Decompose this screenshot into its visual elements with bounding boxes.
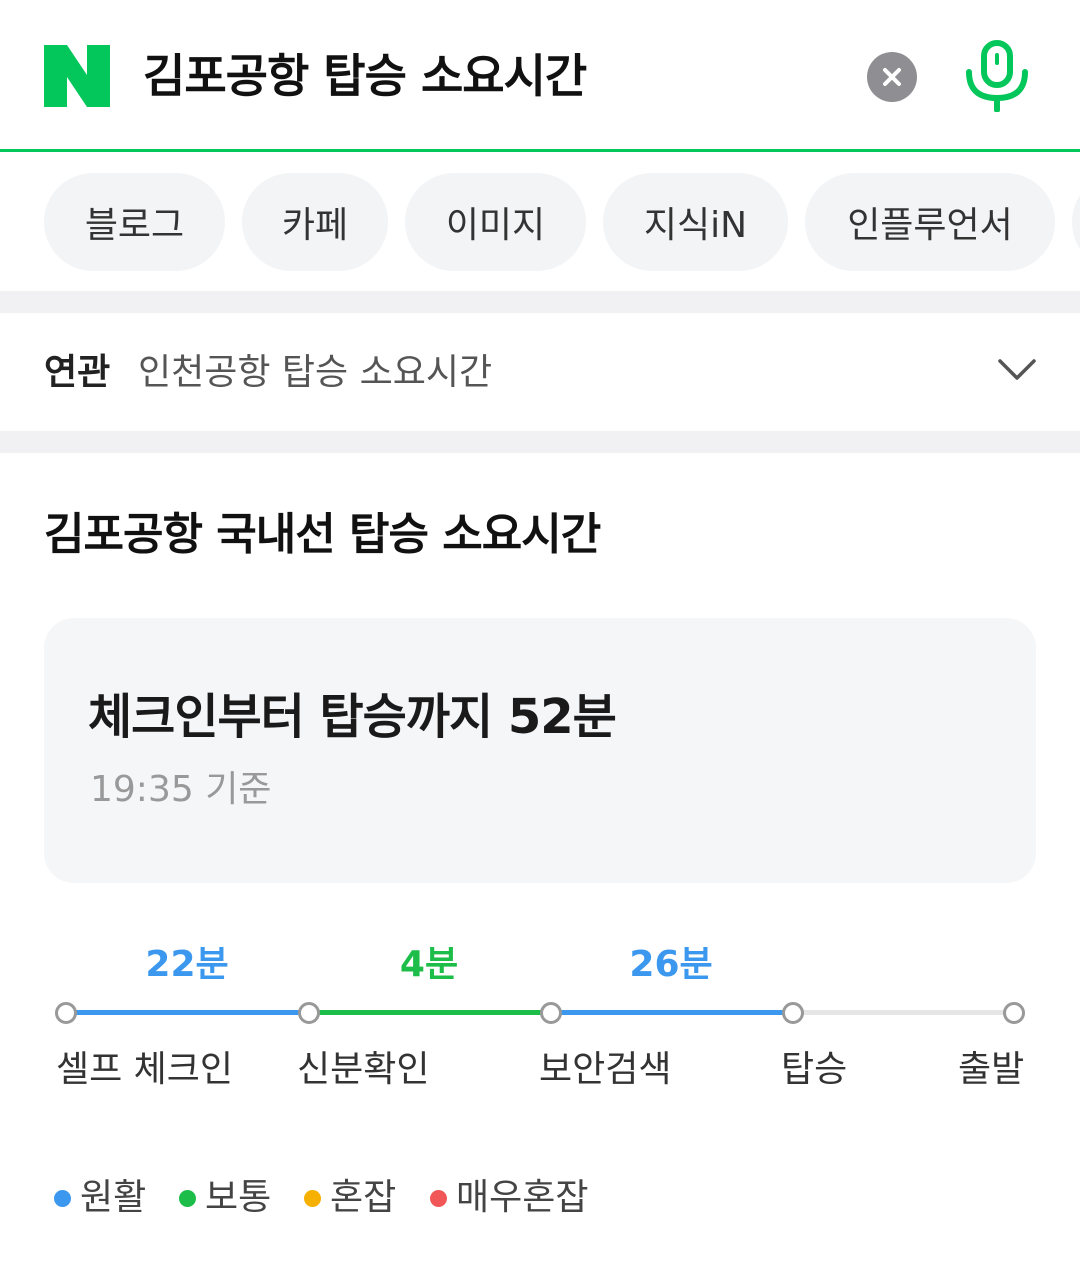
section-divider: [0, 291, 1080, 313]
naver-n-logo[interactable]: [44, 45, 110, 107]
duration-security: 26분: [629, 944, 713, 985]
tab-kin[interactable]: 지식iN: [603, 173, 788, 271]
segment-checkin: [66, 1010, 309, 1015]
timeline-node: [55, 1002, 77, 1024]
tab-influencer[interactable]: 인플루언서: [805, 173, 1055, 271]
legend-item: 보통: [179, 1170, 271, 1226]
microphone-icon[interactable]: [963, 40, 1031, 112]
legend-dot: [54, 1189, 71, 1207]
tab-image[interactable]: 이미지: [405, 173, 586, 271]
tab-more[interactable]: [1072, 173, 1080, 271]
legend-item: 매우혼잡: [430, 1170, 588, 1226]
section-title: 김포공항 국내선 탑승 소요시간: [44, 509, 601, 560]
timestamp: 19:35 기준: [90, 769, 272, 810]
segment-boarding: [793, 1010, 1014, 1015]
legend-dot: [179, 1189, 196, 1207]
timeline-node: [540, 1002, 562, 1024]
close-icon: [883, 68, 901, 86]
step-security: 보안검색: [539, 1049, 672, 1090]
timeline-node: [1003, 1002, 1025, 1024]
segment-id-check: [309, 1010, 551, 1015]
legend-dot: [304, 1189, 321, 1207]
legend-dot: [430, 1189, 447, 1207]
legend-label: 매우혼잡: [456, 1177, 589, 1218]
timeline-node: [782, 1002, 804, 1024]
tab-cafe[interactable]: 카페: [242, 173, 388, 271]
search-input[interactable]: 김포공항 탑승 소요시간: [143, 44, 587, 108]
step-boarding: 탑승: [781, 1049, 848, 1090]
legend-label: 보통: [205, 1177, 272, 1218]
legend-label: 혼잡: [330, 1177, 397, 1218]
related-search[interactable]: 연관 인천공항 탑승 소요시간: [0, 313, 1080, 431]
duration-checkin: 22분: [145, 944, 229, 985]
summary-card: 체크인부터 탑승까지 52분 19:35 기준: [44, 618, 1036, 883]
total-time-text: 체크인부터 탑승까지 52분: [88, 689, 617, 745]
related-label: 연관: [44, 352, 111, 393]
related-search-link[interactable]: 인천공항 탑승 소요시간: [138, 349, 492, 397]
duration-id-check: 4분: [399, 944, 459, 985]
step-departure: 출발: [958, 1049, 1025, 1090]
chevron-down-icon[interactable]: [996, 355, 1038, 385]
clear-button[interactable]: [867, 52, 917, 102]
tab-blog[interactable]: 블로그: [44, 173, 225, 271]
section-divider: [0, 431, 1080, 453]
step-id-check: 신분확인: [297, 1049, 430, 1090]
congestion-legend: 원활 보통 혼잡 매우혼잡: [0, 1170, 1080, 1230]
boarding-timeline: 22분 4분 26분 셀프 체크인 신분확인 보안검색 탑승 출발: [0, 930, 1080, 1110]
step-self-checkin: 셀프 체크인: [56, 1049, 234, 1090]
legend-item: 원활: [54, 1170, 146, 1226]
legend-label: 원활: [80, 1177, 147, 1218]
timeline-node: [298, 1002, 320, 1024]
segment-security: [551, 1010, 793, 1015]
search-bar: 김포공항 탑승 소요시간: [0, 0, 1080, 152]
legend-item: 혼잡: [304, 1170, 396, 1226]
search-tabs: 블로그 카페 이미지 지식iN 인플루언서: [0, 155, 1080, 291]
